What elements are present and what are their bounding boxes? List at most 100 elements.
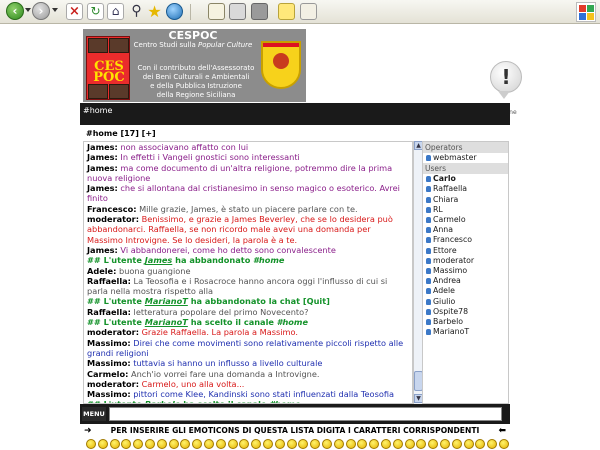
user-list-item[interactable]: Massimo: [423, 266, 508, 276]
message-author[interactable]: James:: [87, 142, 118, 152]
message-author[interactable]: James:: [87, 183, 118, 193]
user-icon: [426, 319, 431, 326]
message-author[interactable]: Adele:: [87, 266, 116, 276]
smiley-icon[interactable]: [487, 439, 498, 449]
smiley-icon[interactable]: [428, 439, 439, 449]
tab-home[interactable]: #home: [83, 106, 112, 115]
smiley-icon[interactable]: [357, 439, 368, 449]
smiley-icon[interactable]: [239, 439, 250, 449]
message-author[interactable]: moderator:: [87, 379, 139, 389]
banner-subtitle-italic: Popular Culture: [197, 41, 253, 49]
user-list-item[interactable]: RL: [423, 205, 508, 215]
user-list-item[interactable]: Carmelo: [423, 215, 508, 225]
smiley-icon[interactable]: [97, 439, 108, 449]
message-author[interactable]: James:: [87, 245, 118, 255]
smiley-icon[interactable]: [251, 439, 262, 449]
smiley-icon[interactable]: [381, 439, 391, 449]
message-author[interactable]: James:: [87, 152, 118, 162]
folder-icon[interactable]: [300, 3, 317, 20]
smiley-icon[interactable]: [156, 439, 167, 449]
user-name: Ospite78: [433, 306, 469, 316]
user-list-item[interactable]: Francesco: [423, 235, 508, 245]
smiley-icon[interactable]: [463, 439, 474, 449]
smiley-icon[interactable]: [369, 439, 380, 449]
message-author[interactable]: Raffaella:: [87, 307, 131, 317]
chat-log[interactable]: James: non associavano affatto con lui Ja…: [83, 141, 413, 404]
user-list-item[interactable]: Anna: [423, 225, 508, 235]
user-list-item[interactable]: Giulio: [423, 297, 508, 307]
forward-icon[interactable]: ›: [32, 2, 50, 20]
smiley-icon[interactable]: [168, 439, 179, 449]
message-author[interactable]: moderator:: [87, 214, 139, 224]
user-list-item[interactable]: webmaster: [423, 153, 508, 163]
smiley-icon[interactable]: [310, 439, 321, 449]
smiley-icon[interactable]: [204, 439, 214, 449]
message-author[interactable]: Francesco:: [87, 204, 137, 214]
refresh-icon[interactable]: ↻: [87, 3, 104, 20]
smiley-icon[interactable]: [322, 439, 332, 449]
user-list-item[interactable]: Andrea: [423, 276, 508, 286]
smiley-icon[interactable]: [286, 439, 297, 449]
message-author[interactable]: Massimo:: [87, 358, 131, 368]
back-icon[interactable]: ‹: [6, 2, 24, 20]
user-list[interactable]: Operators webmaster Users Carlo Raffaella…: [422, 141, 509, 404]
note-icon[interactable]: [278, 3, 295, 20]
smiley-icon[interactable]: [345, 439, 356, 449]
stop-icon[interactable]: ×: [66, 3, 83, 20]
smiley-icon[interactable]: [404, 439, 415, 449]
site-banner: CES POC CESPOC Centro Studi sulla Popula…: [80, 25, 522, 116]
message-author[interactable]: Raffaella:: [87, 276, 131, 286]
message-author[interactable]: Massimo:: [87, 338, 131, 348]
smiley-icon[interactable]: [180, 439, 191, 449]
smiley-icon[interactable]: [145, 439, 155, 449]
forward-dropdown-icon[interactable]: [52, 8, 58, 12]
edit-icon[interactable]: [251, 3, 268, 20]
menu-button[interactable]: MENU: [82, 407, 106, 421]
user-nick-link[interactable]: MarianoT: [145, 296, 188, 306]
smiley-icon[interactable]: [451, 439, 462, 449]
emoticon-caption-bar: ➜ PER INSERIRE GLI EMOTICONS DI QUESTA L…: [80, 424, 510, 438]
smiley-icon[interactable]: [109, 439, 120, 449]
print-icon[interactable]: [229, 3, 246, 20]
media-globe-icon[interactable]: [166, 3, 183, 20]
smiley-icon[interactable]: [274, 439, 285, 449]
user-list-item[interactable]: Ettore: [423, 246, 508, 256]
mail-icon[interactable]: [208, 3, 225, 20]
user-nick-link[interactable]: James: [145, 255, 173, 265]
message-input[interactable]: [109, 407, 502, 421]
user-nick-link[interactable]: MarianoT: [145, 317, 188, 327]
smiley-icon[interactable]: [133, 439, 144, 449]
favorites-star-icon[interactable]: ★: [146, 3, 163, 20]
smiley-icon[interactable]: [499, 439, 509, 449]
smiley-icon[interactable]: [392, 439, 403, 449]
back-dropdown-icon[interactable]: [25, 8, 31, 12]
user-icon: [426, 329, 431, 336]
user-list-item[interactable]: MarianoT: [423, 327, 508, 337]
message-author[interactable]: Massimo:: [87, 389, 131, 399]
smiley-icon[interactable]: [440, 439, 450, 449]
smiley-icon[interactable]: [86, 439, 96, 449]
user-list-item[interactable]: Carlo: [423, 174, 508, 184]
smiley-icon[interactable]: [333, 439, 344, 449]
message-author[interactable]: moderator:: [87, 327, 139, 337]
smiley-icon[interactable]: [192, 439, 203, 449]
user-list-item[interactable]: Raffaella: [423, 184, 508, 194]
user-list-item[interactable]: Barbelo: [423, 317, 508, 327]
message-author[interactable]: Carmelo:: [87, 369, 128, 379]
user-list-item[interactable]: Ospite78: [423, 307, 508, 317]
search-icon[interactable]: ⚲: [128, 3, 145, 20]
smiley-icon[interactable]: [416, 439, 427, 449]
smiley-icon[interactable]: [298, 439, 309, 449]
user-list-item[interactable]: moderator: [423, 256, 508, 266]
user-list-item[interactable]: Chiara: [423, 195, 508, 205]
smiley-icon[interactable]: [475, 439, 486, 449]
home-icon[interactable]: ⌂: [107, 3, 124, 20]
chat-scrollbar[interactable]: ▲ ▼: [413, 141, 423, 404]
smiley-icon[interactable]: [121, 439, 132, 449]
smiley-icon[interactable]: [215, 439, 226, 449]
user-list-item[interactable]: Adele: [423, 286, 508, 296]
user-name: Massimo: [433, 266, 468, 276]
message-author[interactable]: James:: [87, 163, 118, 173]
smiley-icon[interactable]: [263, 439, 273, 449]
smiley-icon[interactable]: [227, 439, 238, 449]
